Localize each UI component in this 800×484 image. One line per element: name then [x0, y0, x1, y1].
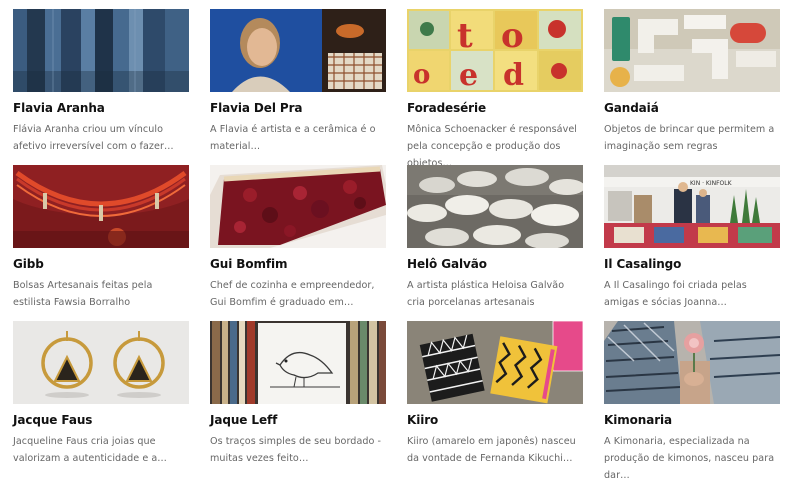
- brand-thumbnail[interactable]: [13, 9, 189, 92]
- brand-description: Objetos de brincar que permitem a imagin…: [604, 124, 775, 152]
- svg-text:t: t: [457, 16, 473, 56]
- berry-tart-photo: [210, 165, 386, 248]
- svg-text:o: o: [413, 60, 430, 90]
- artist-portrait-photo: [210, 9, 386, 92]
- brand-description: A artista plástica Heloisa Galvão cria p…: [407, 280, 565, 308]
- brand-name[interactable]: Helô Galvão: [407, 255, 583, 273]
- brand-thumbnail[interactable]: [407, 165, 583, 248]
- indigo-garments-photo: [13, 9, 189, 92]
- porcelain-bowls-photo: [407, 165, 583, 248]
- brand-name[interactable]: Jaque Leff: [210, 411, 386, 429]
- brand-card[interactable]: Gui Bomfim Chef de cozinha e empreendedo…: [210, 165, 386, 321]
- brand-card[interactable]: Kimonaria A Kimonaria, especializada na …: [604, 321, 780, 481]
- brand-name[interactable]: Jacque Faus: [13, 411, 189, 429]
- embroidered-bird-photo: [210, 321, 386, 404]
- brand-name[interactable]: Il Casalingo: [604, 255, 780, 273]
- brand-description: Bolsas Artesanais feitas pela estilista …: [13, 280, 153, 308]
- svg-text:KIN · KINFOLK: KIN · KINFOLK: [690, 180, 733, 187]
- svg-text:o: o: [501, 16, 524, 56]
- brand-card[interactable]: Gandaiá Objetos de brincar que permitem …: [604, 9, 780, 165]
- brand-card[interactable]: t o o e d Foradesérie Mônica Schoenacker…: [407, 9, 583, 169]
- brand-thumbnail[interactable]: [407, 321, 583, 404]
- svg-text:e: e: [459, 58, 478, 92]
- gold-earrings-photo: [13, 321, 189, 404]
- brand-thumbnail[interactable]: t o o e d: [407, 9, 583, 92]
- brand-name[interactable]: Gandaiá: [604, 99, 780, 117]
- brand-description: A Il Casalingo foi criada pelas amigas e…: [604, 280, 747, 308]
- brand-name[interactable]: Foradesérie: [407, 99, 583, 117]
- brand-name[interactable]: Kiiro: [407, 411, 583, 429]
- brand-name[interactable]: Gui Bomfim: [210, 255, 386, 273]
- brand-thumbnail[interactable]: [604, 321, 780, 404]
- brand-name[interactable]: Flavia Del Pra: [210, 99, 386, 117]
- brand-thumbnail[interactable]: [13, 321, 189, 404]
- brand-description: Flávia Aranha criou um vínculo afetivo i…: [13, 124, 174, 152]
- brand-name[interactable]: Flavia Aranha: [13, 99, 189, 117]
- brand-card[interactable]: Jaque Leff Os traços simples de seu bord…: [210, 321, 386, 477]
- brand-thumbnail[interactable]: [210, 9, 386, 92]
- brand-card[interactable]: Flavia Del Pra A Flavia é artista e a ce…: [210, 9, 386, 165]
- brand-thumbnail[interactable]: [13, 165, 189, 248]
- brand-card[interactable]: Gibb Bolsas Artesanais feitas pela estil…: [13, 165, 189, 321]
- wooden-toys-photo: [604, 9, 780, 92]
- brand-description: Kiiro (amarelo em japonês) nasceu da von…: [407, 436, 576, 464]
- brand-description: Chef de cozinha e empreendedor, Gui Bomf…: [210, 280, 375, 308]
- brand-description: Os traços simples de seu bordado - muita…: [210, 436, 382, 464]
- brand-card[interactable]: Kiiro Kiiro (amarelo em japonês) nasceu …: [407, 321, 583, 477]
- brand-name[interactable]: Gibb: [13, 255, 189, 273]
- brand-name[interactable]: Kimonaria: [604, 411, 780, 429]
- svg-text:d: d: [503, 58, 524, 92]
- brand-thumbnail[interactable]: [604, 9, 780, 92]
- brand-description: A Kimonaria, especializada na produção d…: [604, 436, 775, 481]
- red-bag-photo: [13, 165, 189, 248]
- brand-card[interactable]: KIN · KINFOLK Il Casalingo A Il Casaling…: [604, 165, 780, 321]
- letter-tiles-photo: t o o e d: [407, 9, 583, 92]
- brand-description: Jacqueline Faus cria joias que valorizam…: [13, 436, 167, 464]
- brand-grid: Flavia Aranha Flávia Aranha criou um vín…: [13, 9, 780, 481]
- brand-thumbnail[interactable]: KIN · KINFOLK: [604, 165, 780, 248]
- brand-thumbnail[interactable]: [210, 321, 386, 404]
- patterned-cases-photo: [407, 321, 583, 404]
- kimono-flower-photo: [604, 321, 780, 404]
- brand-card[interactable]: Jacque Faus Jacqueline Faus cria joias q…: [13, 321, 189, 477]
- brand-description: A Flavia é artista e a cerâmica é o mate…: [210, 124, 376, 152]
- brand-card[interactable]: Helô Galvão A artista plástica Heloisa G…: [407, 165, 583, 321]
- market-stall-photo: KIN · KINFOLK: [604, 165, 780, 248]
- brand-thumbnail[interactable]: [210, 165, 386, 248]
- brand-card[interactable]: Flavia Aranha Flávia Aranha criou um vín…: [13, 9, 189, 165]
